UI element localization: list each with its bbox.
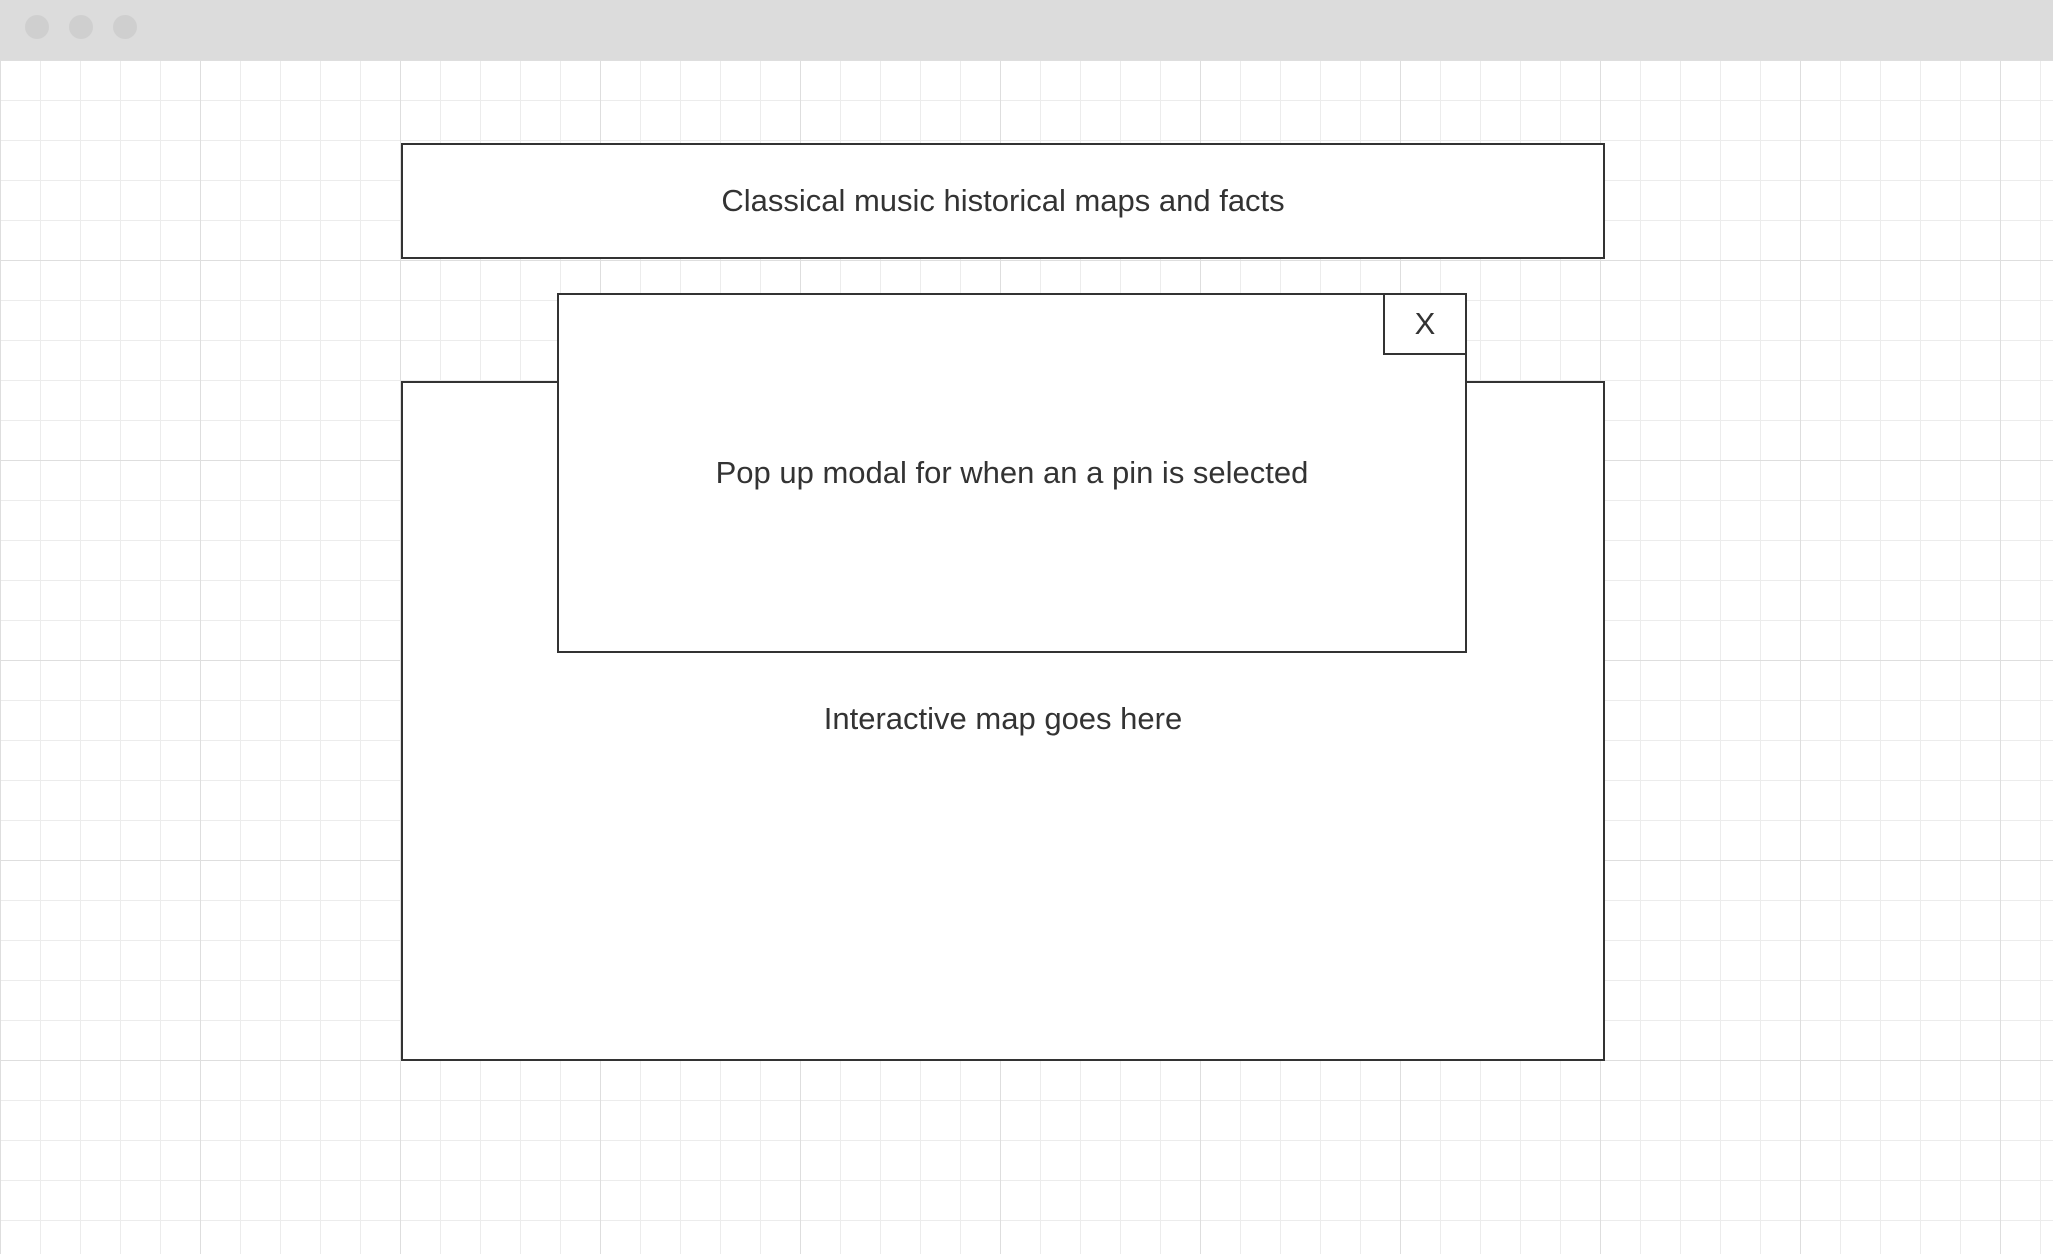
close-icon: X	[1414, 306, 1436, 341]
map-placeholder-text: Interactive map goes here	[823, 701, 1183, 736]
page-title: Classical music historical maps and fact…	[721, 183, 1285, 218]
window-titlebar	[0, 0, 2053, 60]
modal-close-button[interactable]: X	[1383, 293, 1467, 355]
modal-text: Pop up modal for when an a pin is select…	[715, 455, 1309, 490]
window-dot-3[interactable]	[113, 15, 137, 39]
pin-popup-modal: Pop up modal for when an a pin is select…	[557, 293, 1467, 653]
window-dot-2[interactable]	[69, 15, 93, 39]
page-header: Classical music historical maps and fact…	[401, 143, 1605, 259]
window-dot-1[interactable]	[25, 15, 49, 39]
